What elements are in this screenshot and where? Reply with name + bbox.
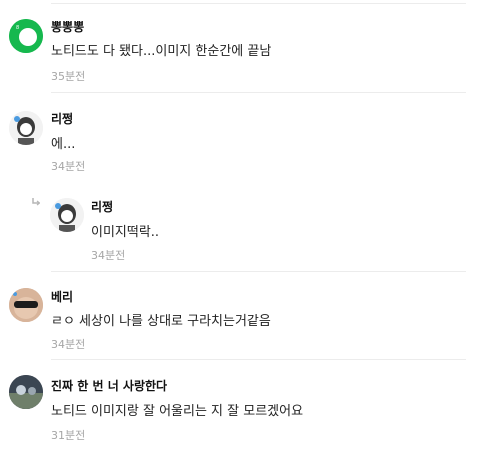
top-divider <box>51 3 466 4</box>
comment-timestamp: 31분전 <box>51 429 86 442</box>
comment-timestamp: 34분전 <box>51 160 86 173</box>
comment-author[interactable]: 뽕뽕뽕 <box>51 18 84 35</box>
comment-divider <box>51 271 466 272</box>
comment-text: ㄹㅇ 세상이 나를 상대로 구라치는거같음 <box>51 314 271 329</box>
comment-author[interactable]: 리쩡 <box>91 198 113 215</box>
comment-text: 노티드 이미지랑 잘 어울리는 지 잘 모르겠어요 <box>51 404 304 419</box>
avatar[interactable] <box>9 288 43 322</box>
comment-author[interactable]: 베리 <box>51 288 73 305</box>
comment-author[interactable]: 진짜 한 번 너 사랑한다 <box>51 377 167 394</box>
profile-photo-icon <box>9 288 43 322</box>
avatar[interactable] <box>9 111 43 145</box>
circle-logo-icon: 8 <box>9 19 43 53</box>
comment-text: 노티드도 다 됐다...이미지 한순간에 끝남 <box>51 44 272 59</box>
comment-timestamp: 34분전 <box>51 338 86 351</box>
profile-character-icon <box>9 111 43 145</box>
comment-text: 이미지떡락.. <box>91 225 160 240</box>
profile-character-icon <box>50 198 84 232</box>
comment-author[interactable]: 리쩡 <box>51 110 73 127</box>
comment-text: 에... <box>51 137 76 152</box>
reply-arrow-icon <box>32 198 40 206</box>
svg-text:8: 8 <box>16 25 19 31</box>
avatar[interactable] <box>9 375 43 409</box>
comment-timestamp: 34분전 <box>91 249 126 262</box>
avatar[interactable]: 8 <box>9 19 43 53</box>
profile-photo-icon <box>9 375 43 409</box>
comment-divider <box>51 92 466 93</box>
comment-timestamp: 35분전 <box>51 70 86 83</box>
avatar[interactable] <box>50 198 84 232</box>
comment-divider <box>51 359 466 360</box>
